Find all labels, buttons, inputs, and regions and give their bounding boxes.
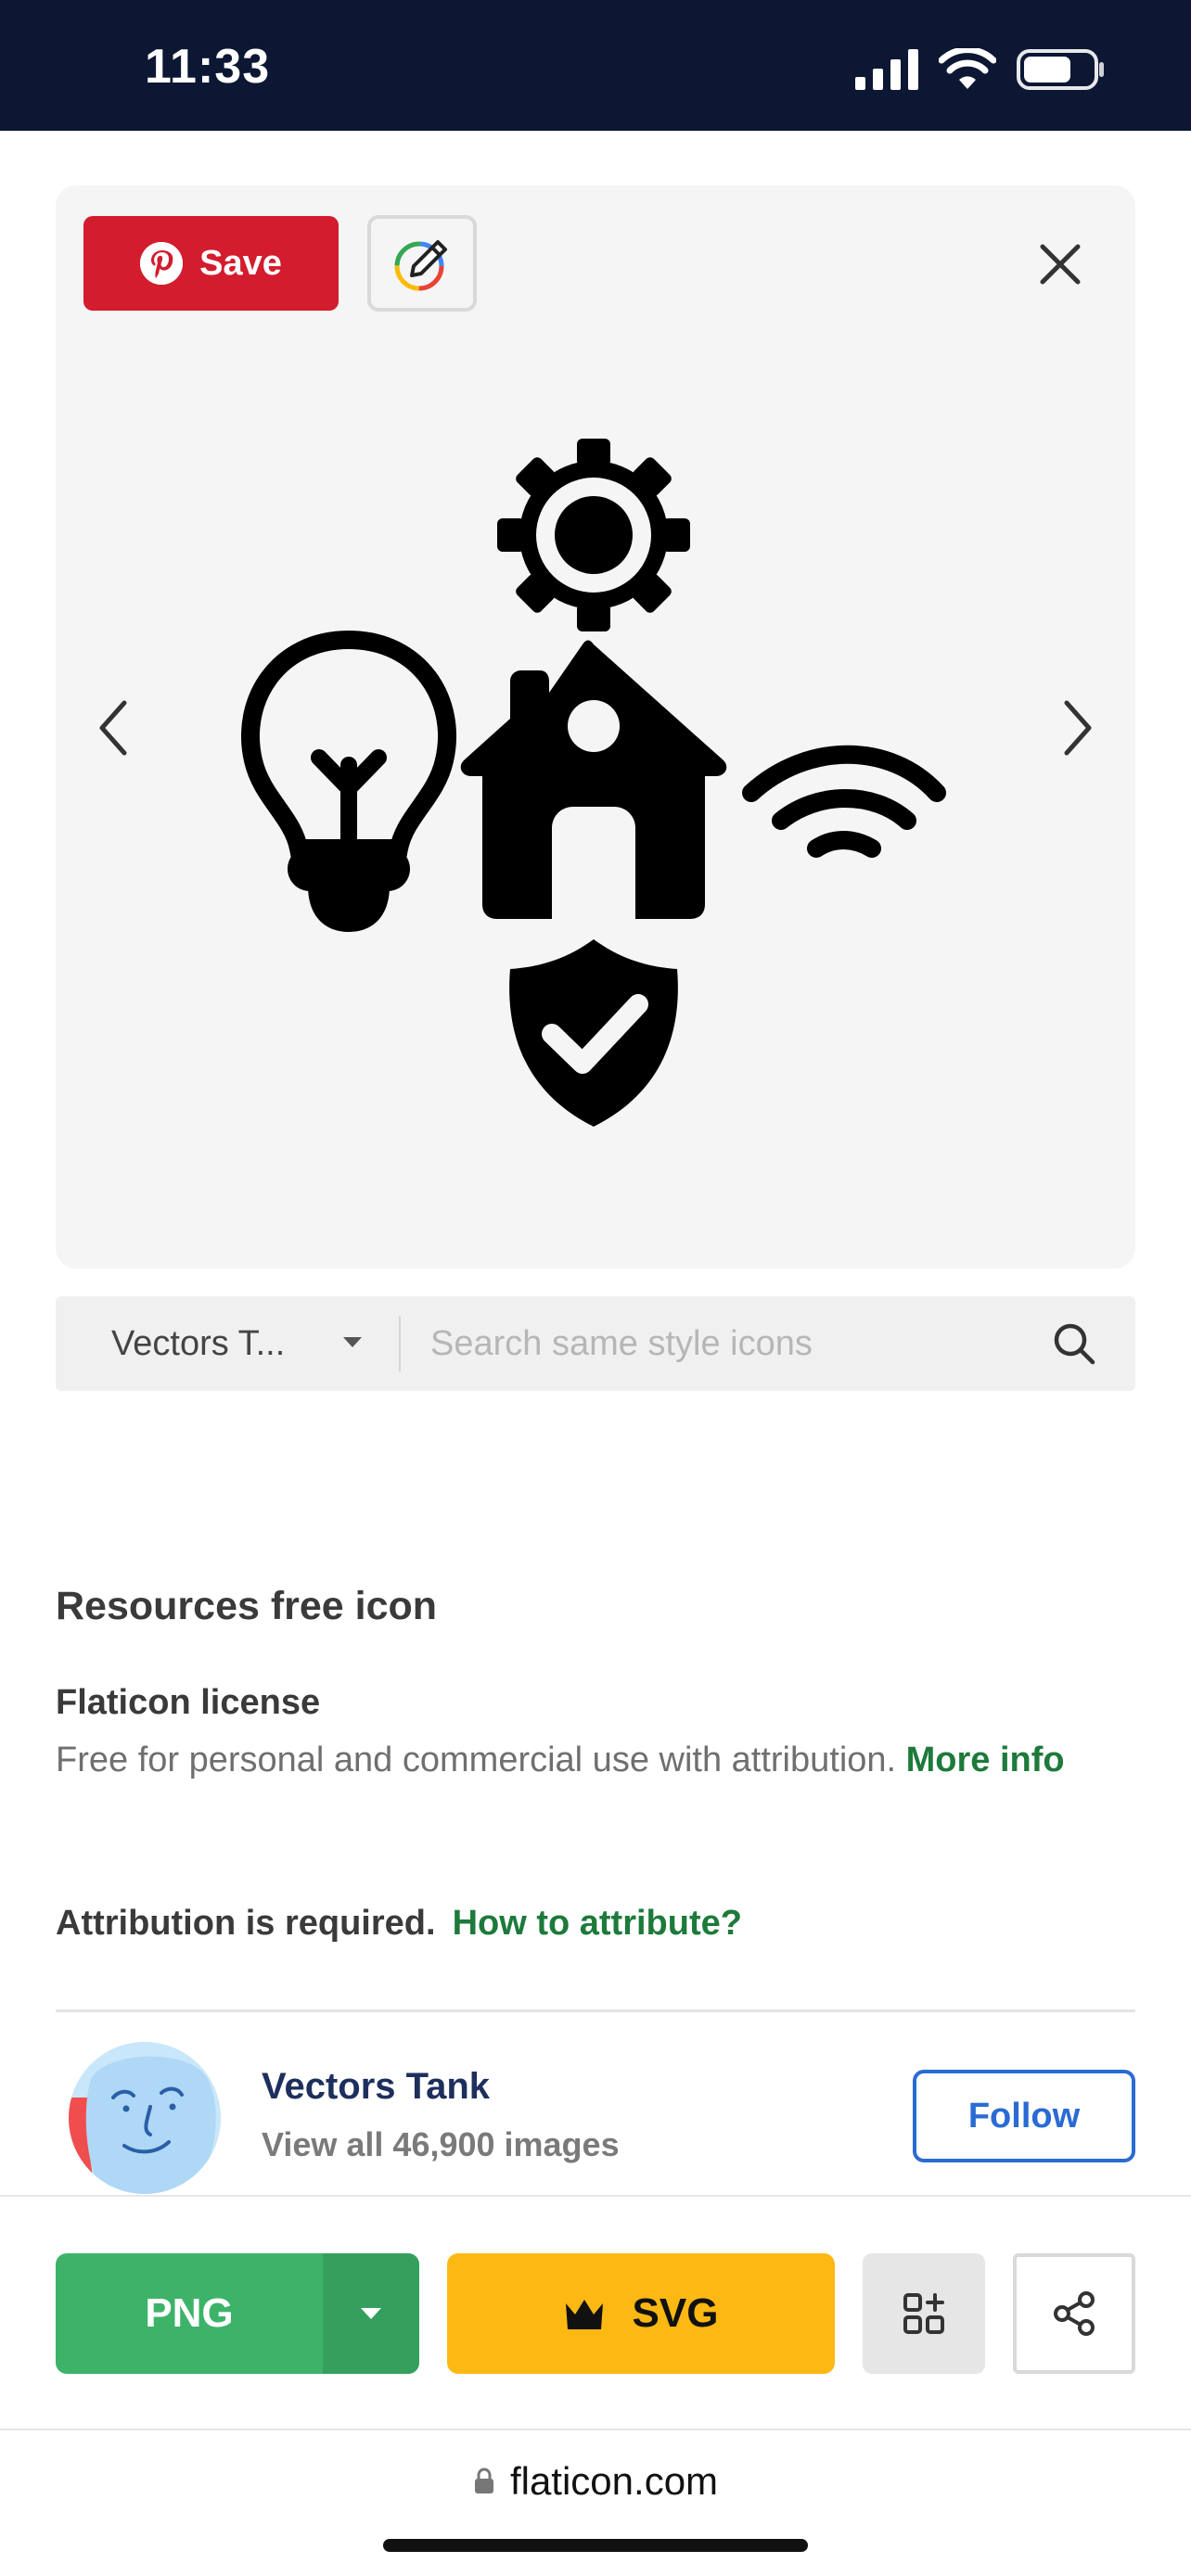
attribution-row: Attribution is required. How to attribut…: [56, 1904, 742, 1944]
status-bar: 11:33: [0, 0, 1191, 131]
style-search-input[interactable]: [401, 1296, 1052, 1391]
how-to-attribute-link[interactable]: How to attribute?: [453, 1904, 742, 1944]
gear-icon: [497, 439, 690, 631]
pinterest-icon: [140, 242, 184, 285]
add-to-collection-icon: [903, 2293, 944, 2334]
png-options-button[interactable]: [323, 2253, 419, 2374]
chevron-down-icon: [361, 2308, 381, 2319]
license-title: Flaticon license: [56, 1683, 321, 1722]
light-bulb-icon: [241, 630, 457, 932]
svg-download-button[interactable]: SVG: [447, 2253, 835, 2374]
shield-check-icon: [509, 939, 678, 1127]
pinterest-save-button[interactable]: Save: [83, 216, 339, 311]
style-select-dropdown[interactable]: Vectors T...: [56, 1296, 399, 1391]
png-download-button[interactable]: PNG: [56, 2253, 419, 2374]
wifi-icon: [939, 48, 996, 89]
crown-icon: [565, 2300, 603, 2329]
home-indicator[interactable]: [383, 2539, 808, 2552]
search-button[interactable]: [1052, 1296, 1135, 1391]
license-description: Free for personal and commercial use wit…: [56, 1741, 897, 1779]
close-button[interactable]: [1033, 237, 1087, 291]
author-view-all-link[interactable]: View all 46,900 images: [262, 2125, 620, 2164]
follow-button[interactable]: Follow: [913, 2070, 1135, 2162]
battery-icon: [1017, 49, 1104, 90]
chevron-left-icon[interactable]: [89, 695, 135, 760]
resources-icon-illustration: [241, 439, 946, 1127]
lock-icon: [474, 2468, 493, 2493]
close-icon: [1040, 244, 1081, 285]
house-icon: [460, 640, 727, 919]
attribution-text: Attribution is required.: [56, 1904, 436, 1943]
license-text: Free for personal and commercial use wit…: [56, 1732, 1141, 1788]
add-to-collection-button[interactable]: [863, 2253, 985, 2374]
share-button[interactable]: [1013, 2253, 1135, 2374]
resource-title: Resources free icon: [56, 1584, 438, 1628]
author-name[interactable]: Vectors Tank: [262, 2066, 490, 2108]
search-icon: [1054, 1323, 1095, 1365]
chevron-down-icon: [343, 1337, 362, 1347]
signal-icon: [855, 49, 918, 90]
svg-label: SVG: [632, 2290, 719, 2336]
url-text: flaticon.com: [509, 2459, 719, 2503]
divider: [56, 2009, 1135, 2012]
author-avatar[interactable]: [69, 2042, 221, 2194]
chevron-right-icon[interactable]: [1056, 695, 1102, 760]
browser-url-bar: [0, 2432, 1191, 2576]
style-select-value: Vectors T...: [111, 1323, 286, 1363]
url-display[interactable]: flaticon.com: [0, 2459, 1191, 2504]
png-label[interactable]: PNG: [56, 2253, 323, 2374]
edit-pencil-icon: [394, 240, 447, 291]
status-time: 11:33: [145, 40, 271, 94]
wifi-signal-icon: [742, 745, 946, 858]
more-info-link[interactable]: More info: [906, 1741, 1065, 1779]
share-icon: [1054, 2291, 1095, 2336]
status-icons: [855, 46, 1106, 93]
style-search-bar: Vectors T...: [56, 1296, 1135, 1391]
edit-icon-button[interactable]: [367, 215, 477, 312]
pinterest-save-label: Save: [199, 243, 282, 283]
